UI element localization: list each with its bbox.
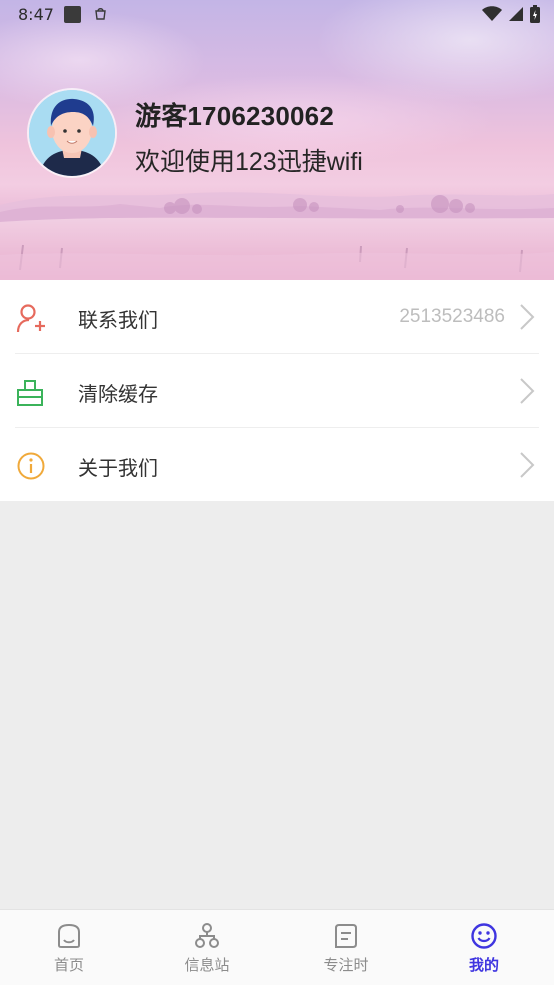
menu-item-label: 清除缓存 <box>78 382 158 406</box>
tab-label: 信息站 <box>184 956 230 974</box>
signal-icon <box>509 7 523 21</box>
chevron-right-icon <box>520 304 535 330</box>
tab-label: 专注时 <box>323 956 369 974</box>
clear-cache-icon <box>17 380 43 406</box>
contact-person-add-icon <box>16 304 45 333</box>
status-bar: 8:47 <box>0 0 554 30</box>
menu-item-label: 联系我们 <box>78 308 158 332</box>
tab-home[interactable]: 首页 <box>29 922 109 975</box>
note-icon <box>335 924 357 948</box>
profile-header: 8:47 游客1706230062 欢迎使用123迅捷wifi <box>0 0 554 280</box>
tab-mine[interactable]: 我的 <box>444 922 524 975</box>
welcome-text: 欢迎使用123迅捷wifi <box>135 148 363 176</box>
status-time: 8:47 <box>18 5 54 24</box>
menu-item-clear-cache[interactable]: 清除缓存 <box>15 354 539 428</box>
battery-icon <box>530 5 540 23</box>
tab-label: 首页 <box>53 956 84 974</box>
bottom-tab-bar: 首页 信息站 专注时 我的 <box>0 909 554 985</box>
settings-menu: 联系我们 2513523486 清除缓存 关于我们 <box>0 280 554 501</box>
contact-number: 2513523486 <box>399 306 505 327</box>
tab-focus-time[interactable]: 专注时 <box>306 922 386 975</box>
tab-info-station[interactable]: 信息站 <box>167 922 247 975</box>
shopping-bag-icon <box>95 8 106 20</box>
avatar[interactable] <box>29 90 115 176</box>
menu-item-label: 关于我们 <box>78 456 158 480</box>
home-face-icon <box>58 923 80 948</box>
menu-item-contact-us[interactable]: 联系我们 2513523486 <box>15 280 539 354</box>
username: 游客1706230062 <box>135 101 334 131</box>
wifi-icon <box>482 6 502 21</box>
avatar-boy-icon <box>29 90 115 176</box>
notification-square-icon <box>64 6 81 23</box>
menu-item-about-us[interactable]: 关于我们 <box>15 428 539 501</box>
network-nodes-icon <box>195 923 219 948</box>
info-icon <box>17 452 45 480</box>
smiley-icon <box>471 923 497 949</box>
chevron-right-icon <box>520 378 535 404</box>
tab-label: 我的 <box>468 956 499 974</box>
chevron-right-icon <box>520 452 535 478</box>
